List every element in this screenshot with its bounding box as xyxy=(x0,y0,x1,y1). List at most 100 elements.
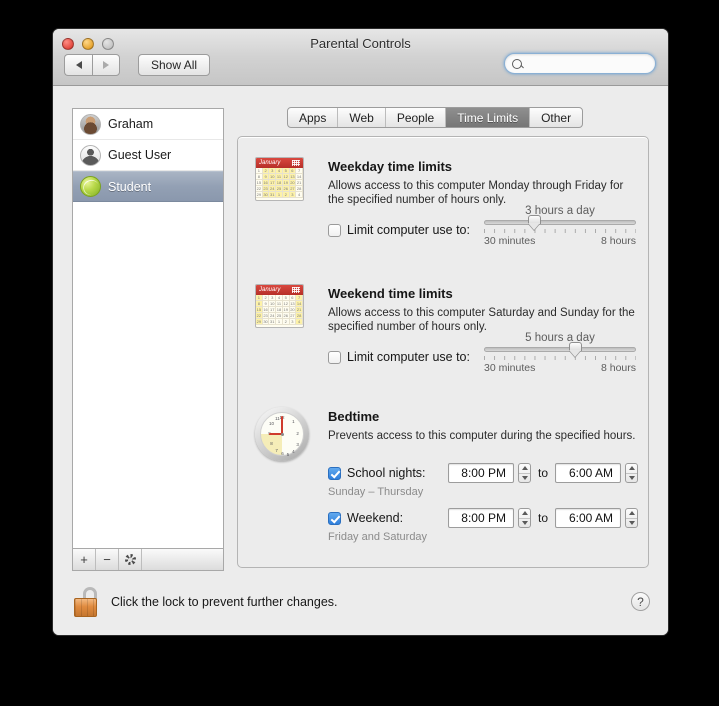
chevron-down-icon xyxy=(628,475,635,480)
clock-numeral: 1 xyxy=(292,419,295,424)
calendar-day: 4 xyxy=(296,319,303,325)
remove-user-button[interactable]: − xyxy=(96,549,119,570)
calendar-day: 3 xyxy=(289,319,297,325)
forward-button[interactable] xyxy=(92,54,120,76)
school-nights-start-stepper[interactable] xyxy=(518,463,531,483)
stepper-down-button[interactable] xyxy=(626,474,637,483)
stepper-up-button[interactable] xyxy=(626,464,638,474)
tab-web[interactable]: Web xyxy=(338,108,386,127)
weekend-slider-track[interactable] xyxy=(484,342,636,352)
analog-clock-icon: 12 1 2 3 4 5 6 7 8 9 10 11 xyxy=(255,407,309,461)
weekday-slider-track[interactable] xyxy=(484,215,636,225)
stepper-up-button[interactable] xyxy=(519,509,530,519)
weekend-slider-value-label: 5 hours a day xyxy=(525,332,595,344)
school-nights-label: School nights: xyxy=(347,466,426,480)
weekend-slider-ticks xyxy=(484,356,636,360)
school-nights-start-time-field[interactable]: 8:00 PM xyxy=(448,463,514,483)
clock-center-pin xyxy=(280,432,284,436)
user-list-sidebar[interactable]: Graham Guest User Student xyxy=(72,108,224,549)
school-nights-sublabel: Sunday – Thursday xyxy=(328,486,424,498)
stepper-down-button[interactable] xyxy=(519,519,530,528)
window-titlebar: Parental Controls Show All xyxy=(53,29,668,86)
weekend-limit-checkbox-row[interactable]: Limit computer use to: xyxy=(328,350,470,364)
clock-numeral: 3 xyxy=(296,442,299,447)
padlock-body xyxy=(74,598,97,617)
lock-instruction-text: Click the lock to prevent further change… xyxy=(111,595,338,609)
tab-other[interactable]: Other xyxy=(530,108,582,127)
back-arrow-icon xyxy=(75,61,82,69)
school-nights-checkbox-group[interactable]: School nights: xyxy=(328,466,448,480)
clock-numeral: 7 xyxy=(275,448,278,453)
bedtime-weekend-checkbox-group[interactable]: Weekend: xyxy=(328,511,448,525)
clock-numeral: 8 xyxy=(270,441,273,446)
weekend-limit-checkbox[interactable] xyxy=(328,350,341,364)
tab-people[interactable]: People xyxy=(386,108,447,127)
clock-numeral: 5 xyxy=(286,452,290,457)
weekday-slider-ticks xyxy=(484,229,636,233)
help-button[interactable]: ? xyxy=(631,592,650,611)
sidebar-item-graham[interactable]: Graham xyxy=(73,109,223,140)
clock-face: 12 1 2 3 4 5 6 7 8 9 10 11 xyxy=(260,412,304,457)
bedtime-weekend-end-time-field[interactable]: 6:00 AM xyxy=(555,508,622,528)
calendar-january-weekday-icon: January 1 2 3 4 5 6 7 8 9 10 11 12 13 14… xyxy=(255,157,304,201)
clock-numeral: 4 xyxy=(292,449,295,454)
navigation-buttons xyxy=(64,54,120,76)
school-nights-end-stepper[interactable] xyxy=(625,463,639,483)
show-all-button[interactable]: Show All xyxy=(138,54,211,76)
weekday-slider-group: 3 hours a day 30 minutes 8 hours xyxy=(484,205,636,247)
tab-time-limits[interactable]: Time Limits xyxy=(446,108,531,127)
settings-action-button[interactable] xyxy=(119,549,142,570)
window-body: Graham Guest User Student + − Apps Web P… xyxy=(53,86,668,635)
chevron-up-icon xyxy=(628,511,635,516)
calendar-day: 2 xyxy=(282,319,290,325)
time-limits-pane: January 1 2 3 4 5 6 7 8 9 10 11 12 13 14… xyxy=(237,136,649,568)
weekend-slider-thumb[interactable] xyxy=(568,342,582,357)
weekday-slider-max-label: 8 hours xyxy=(600,235,636,247)
clock-numeral: 10 xyxy=(269,421,275,426)
user-name-label: Graham xyxy=(108,117,154,131)
weekday-slider-thumb[interactable] xyxy=(528,215,541,230)
weekday-section-description: Allows access to this computer Monday th… xyxy=(328,180,624,206)
calendar-january-weekend-icon: January 1 2 3 4 5 6 7 8 9 10 11 12 13 14… xyxy=(255,284,304,328)
guest-silhouette-avatar xyxy=(80,144,101,166)
weekend-slider-range-labels: 30 minutes 8 hours xyxy=(484,362,636,374)
back-button[interactable] xyxy=(64,54,92,76)
search-field[interactable] xyxy=(504,53,656,74)
search-icon xyxy=(512,58,522,69)
stepper-up-button[interactable] xyxy=(519,464,530,474)
stepper-down-button[interactable] xyxy=(626,519,637,528)
bedtime-weekend-start-stepper[interactable] xyxy=(518,508,531,528)
weekday-slider-range-labels: 30 minutes 8 hours xyxy=(484,235,636,247)
tab-apps[interactable]: Apps xyxy=(288,108,339,127)
bedtime-weekend-checkbox[interactable] xyxy=(328,511,341,525)
weekday-slider-value-label: 3 hours a day xyxy=(525,205,595,217)
weekend-section-description: Allows access to this computer Saturday … xyxy=(328,307,635,333)
open-padlock-icon[interactable] xyxy=(72,587,100,617)
weekend-section-title: Weekend time limits xyxy=(328,286,453,301)
weekday-limit-checkbox-row[interactable]: Limit computer use to: xyxy=(328,223,470,237)
stepper-up-button[interactable] xyxy=(626,509,638,519)
bedtime-weekend-sublabel: Friday and Saturday xyxy=(328,531,428,543)
chevron-down-icon xyxy=(521,520,528,525)
bedtime-weekend-start-time-field[interactable]: 8:00 PM xyxy=(448,508,514,528)
stepper-down-button[interactable] xyxy=(519,474,530,483)
calendar-day: 1 xyxy=(276,192,283,198)
sidebar-item-student[interactable]: Student xyxy=(73,171,223,202)
school-nights-end-time-field[interactable]: 6:00 AM xyxy=(555,463,622,483)
weekday-limit-label: Limit computer use to: xyxy=(347,223,470,237)
weekday-section-title: Weekday time limits xyxy=(328,159,453,174)
school-nights-checkbox[interactable] xyxy=(328,466,341,480)
calendar-day: 31 xyxy=(269,319,277,325)
weekend-limit-label: Limit computer use to: xyxy=(347,350,470,364)
add-user-button[interactable]: + xyxy=(73,549,96,570)
calendar-day: 3 xyxy=(289,192,297,198)
bedtime-weekend-end-stepper[interactable] xyxy=(625,508,639,528)
calendar-day: 4 xyxy=(296,192,303,198)
clock-numeral: 11 xyxy=(275,416,280,421)
sidebar-footer-filler xyxy=(142,549,223,570)
weekday-limit-checkbox[interactable] xyxy=(328,223,341,237)
bedtime-weekend-row: Weekend: 8:00 PM to 6:00 AM xyxy=(328,508,639,528)
bedtime-section: 12 1 2 3 4 5 6 7 8 9 10 11 xyxy=(255,407,639,557)
sidebar-item-guest-user[interactable]: Guest User xyxy=(73,140,223,171)
calendar-grid: 1 2 3 4 5 6 7 8 9 10 11 12 13 14 15 16 1… xyxy=(256,168,303,198)
